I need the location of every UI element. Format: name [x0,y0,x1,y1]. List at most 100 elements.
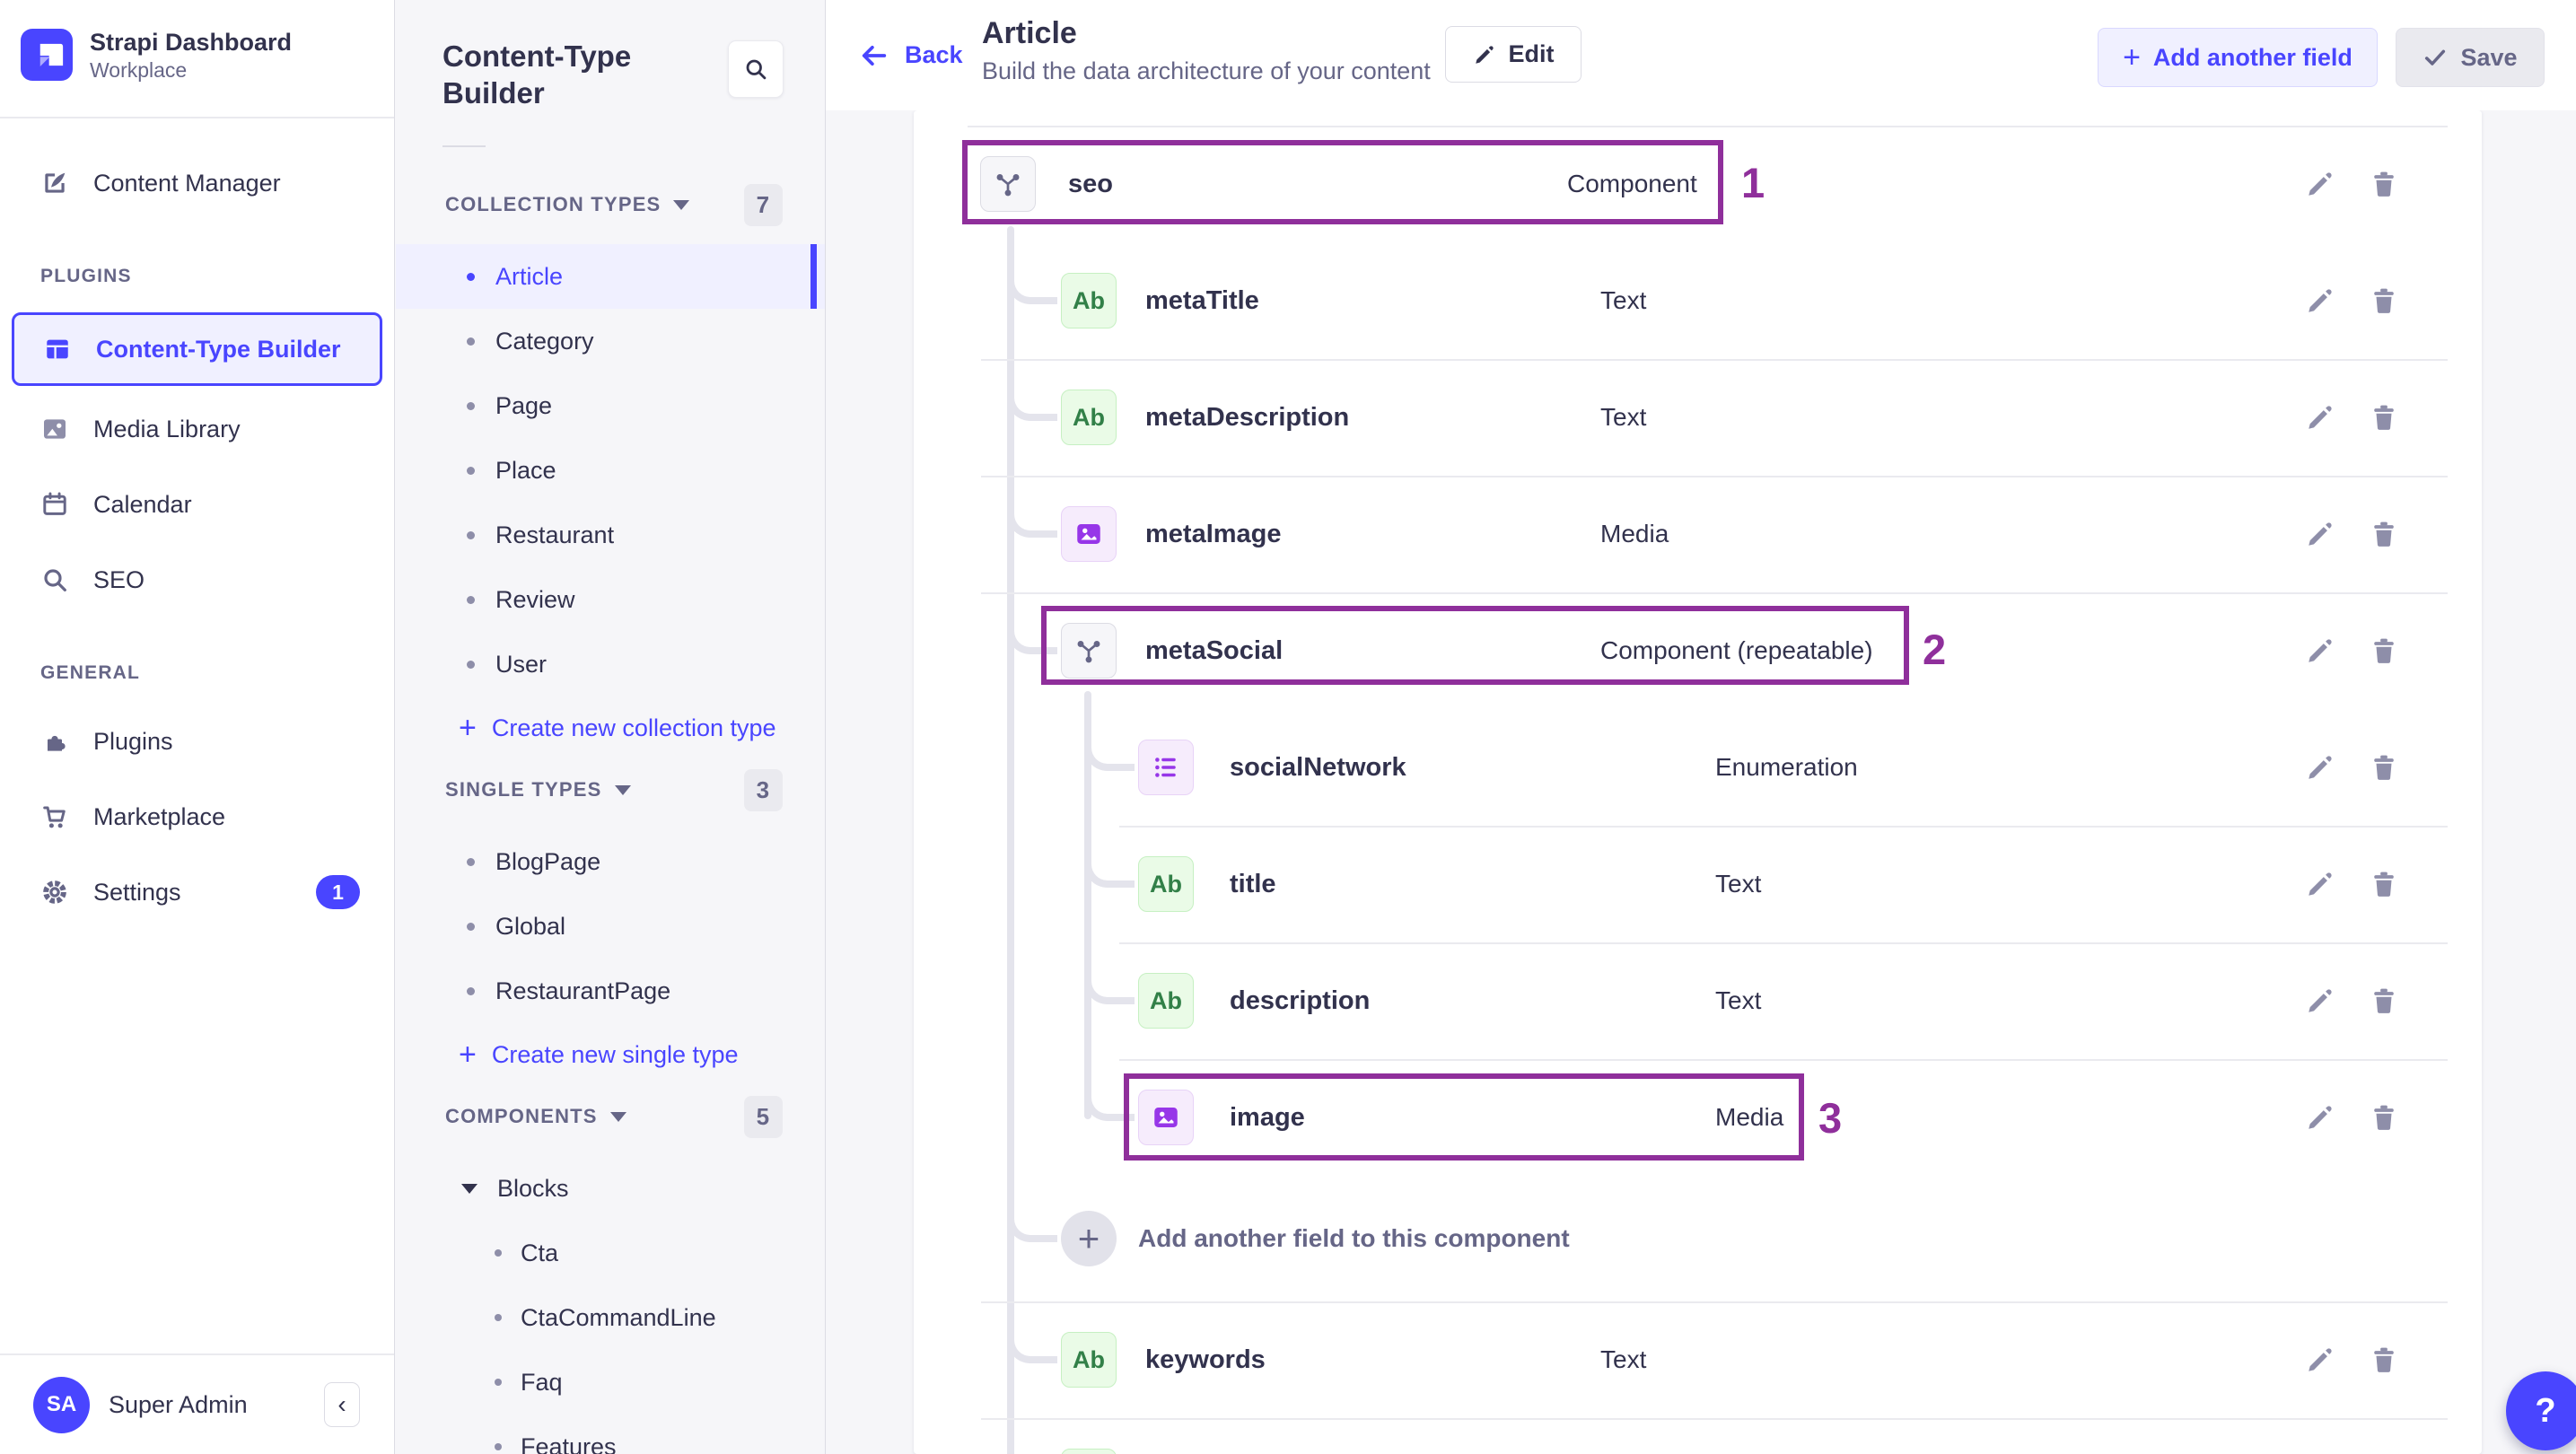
subnav-item-global[interactable]: Global [396,894,825,959]
edit-field-button[interactable] [2298,1095,2343,1140]
save-button[interactable]: Save [2396,28,2545,87]
workspace-header[interactable]: Strapi Dashboard Workplace [21,27,292,83]
calendar-icon [40,490,69,519]
back-link[interactable]: Back [859,0,963,110]
delete-field-button[interactable] [2361,745,2406,790]
subnav-item-cta[interactable]: Cta [396,1221,825,1285]
field-name: metaTitle [1145,285,1259,315]
subnav-item-ctacommandline[interactable]: CtaCommandLine [396,1285,825,1350]
subnav-item-features[interactable]: Features [396,1415,825,1454]
group-list-single-types: BlogPage Global RestaurantPage [396,829,825,1023]
create-link-create-new-single-type[interactable]: + Create new single type [396,1023,825,1086]
edit-field-button[interactable] [2298,1337,2343,1382]
subnav-item-blogpage[interactable]: BlogPage [396,829,825,894]
add-another-field-button[interactable]: + Add another field [2098,28,2378,87]
edit-field-button[interactable] [2298,512,2343,556]
add-field-to-component-row[interactable]: + Add another field to this component [914,1176,2482,1301]
subnav-item-review[interactable]: Review [396,567,825,632]
sidebar-section-general: GENERAL [40,662,141,683]
edit-field-button[interactable] [2298,862,2343,907]
annotation-number-3: 3 [1818,1094,1843,1142]
create-link-label: Create new collection type [491,714,776,741]
subnav-item-label: Review [495,585,575,613]
text-field-icon: Ab [1061,1449,1117,1454]
bullet-icon [467,857,475,866]
subnav-item-user[interactable]: User [396,632,825,696]
create-link-create-new-collection-type[interactable]: + Create new collection type [396,696,825,759]
edit-field-button[interactable] [2298,162,2343,206]
bullet-icon [467,530,475,539]
delete-field-button[interactable] [2361,628,2406,673]
annotation-number-1: 1 [1741,159,1766,206]
subnav-item-label: RestaurantPage [495,977,671,1004]
sidebar-item-settings[interactable]: Settings 1 [0,860,394,924]
edit-field-button[interactable] [2298,628,2343,673]
chevron-down-icon [673,199,690,210]
sidebar-item-calendar[interactable]: Calendar [0,472,394,537]
gear-icon [40,878,69,907]
subnav-item-label: Cta [521,1239,559,1266]
group-header-single-types[interactable]: SINGLE TYPES 3 [396,765,825,815]
field-type: Text [1715,870,1762,898]
subnav-item-restaurantpage[interactable]: RestaurantPage [396,959,825,1023]
add-field-to-component-label: Add another field to this component [1138,1224,1570,1252]
user-footer: SA Super Admin ‹ [0,1353,394,1454]
edit-field-button[interactable] [2298,978,2343,1023]
sidebar-item-label: SEO [93,565,145,593]
sidebar-collapse-button[interactable]: ‹ [324,1382,360,1427]
sidebar-item-marketplace[interactable]: Marketplace [0,784,394,849]
subnav-item-restaurant[interactable]: Restaurant [396,503,825,567]
field-type: Media [1600,520,1669,547]
field-name: description [1230,985,1371,1015]
field-row-metatitle: Ab metaTitle Text [914,242,2482,359]
subnav-item-faq[interactable]: Faq [396,1350,825,1415]
group-header-collection-types[interactable]: COLLECTION TYPES 7 [396,180,825,230]
bullet-icon [467,466,475,475]
group-title: COLLECTION TYPES [445,193,662,215]
delete-field-button[interactable] [2361,862,2406,907]
edit-button[interactable]: Edit [1445,26,1582,83]
subnav-item-label: Global [495,912,566,940]
delete-field-button[interactable] [2361,978,2406,1023]
delete-field-button[interactable] [2361,278,2406,323]
subnav-groups: COLLECTION TYPES 7 Article Category Page Plac… [396,180,825,1454]
group-title: COMPONENTS [445,1105,598,1127]
field-row-metarobots: Ab metaRobots Text [914,1418,2482,1454]
sidebar-item-content-manager[interactable]: Content Manager [0,151,394,215]
plus-circle-icon[interactable]: + [1061,1211,1117,1266]
sidebar-item-media-library[interactable]: Media Library [0,397,394,461]
edit-field-button[interactable] [2298,278,2343,323]
search-button[interactable] [728,40,784,98]
pen-square-icon [40,169,69,197]
sidebar-item-seo[interactable]: SEO [0,547,394,612]
subnav-item-place[interactable]: Place [396,438,825,503]
edit-field-button[interactable] [2298,395,2343,440]
sidebar-divider [0,117,394,118]
subnav-item-page[interactable]: Page [396,373,825,438]
subnav-item-label: Faq [521,1368,563,1396]
content-type-builder-subnav: Content-Type Builder COLLECTION TYPES 7 Ar… [396,0,826,1454]
delete-field-button[interactable] [2361,512,2406,556]
subnav-tree-blocks[interactable]: Blocks [396,1156,825,1221]
media-field-icon [1061,506,1117,562]
bullet-icon [467,922,475,931]
bullet-icon [495,1314,502,1321]
group-header-components[interactable]: COMPONENTS 5 [396,1091,825,1142]
enum-field-icon [1138,740,1194,795]
subnav-title: Content-Type Builder [442,39,632,109]
subnav-item-article[interactable]: Article [396,244,825,309]
sidebar-item-plugins[interactable]: Plugins [0,709,394,774]
field-name: metaDescription [1145,402,1350,432]
picture-icon [40,415,69,443]
help-button[interactable]: ? [2506,1371,2576,1450]
app-title: Strapi Dashboard [90,29,293,56]
delete-field-button[interactable] [2361,395,2406,440]
delete-field-button[interactable] [2361,1095,2406,1140]
sidebar-item-content-type-builder[interactable]: Content-Type Builder [12,312,382,386]
subnav-item-category[interactable]: Category [396,309,825,373]
strapi-logo-icon [21,29,73,81]
delete-field-button[interactable] [2361,162,2406,206]
bullet-icon [467,272,475,281]
edit-field-button[interactable] [2298,745,2343,790]
delete-field-button[interactable] [2361,1337,2406,1382]
